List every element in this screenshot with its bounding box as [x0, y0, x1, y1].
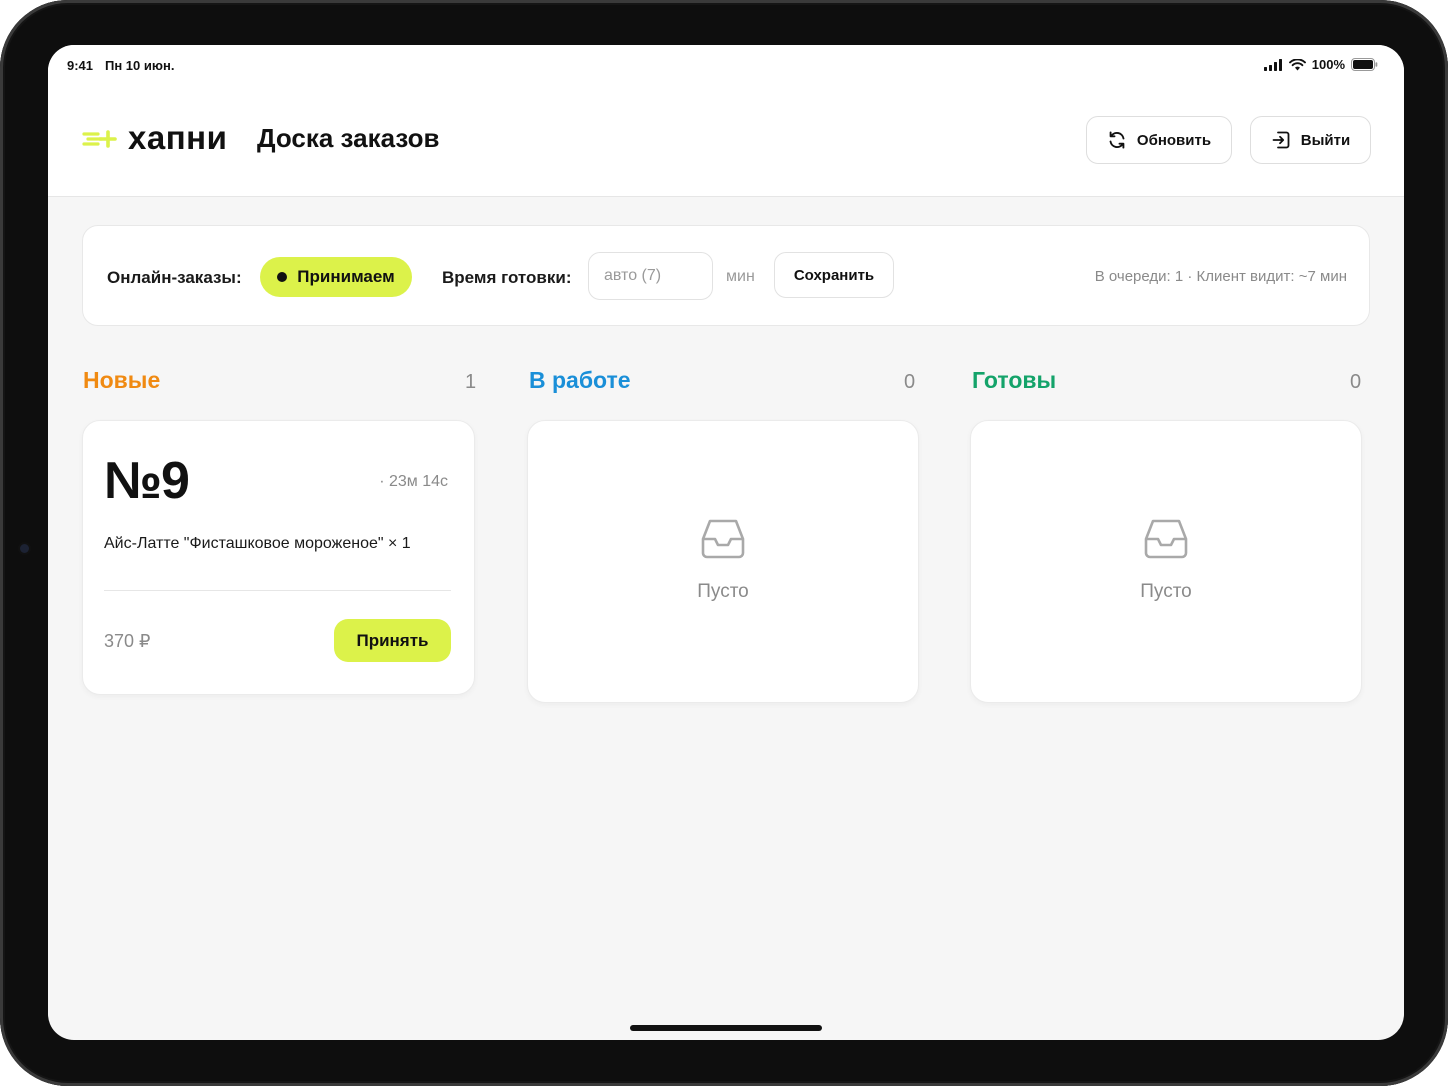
refresh-button[interactable]: Обновить	[1086, 116, 1232, 164]
logout-icon	[1272, 131, 1290, 149]
tablet-frame: 9:41 Пн 10 июн. 100% хапни Доска заказов…	[0, 0, 1448, 1086]
app-screen: 9:41 Пн 10 июн. 100% хапни Доска заказов…	[48, 45, 1404, 1040]
front-camera	[20, 544, 29, 553]
prep-time-label: Время готовки:	[442, 268, 572, 287]
column-count-in-progress: 0	[904, 371, 916, 393]
online-orders-status: Принимаем	[297, 267, 395, 286]
status-time: 9:41	[67, 58, 94, 73]
inbox-tray-icon	[1144, 519, 1188, 559]
empty-column-in-progress: Пусто	[527, 420, 919, 703]
wifi-icon	[1288, 58, 1306, 70]
online-orders-label: Онлайн-заказы:	[107, 268, 242, 287]
order-item: Айс-Латте "Фисташковое мороженое" × 1	[104, 535, 411, 552]
status-date: Пн 10 июн.	[105, 58, 175, 73]
order-number: №9	[104, 452, 190, 510]
refresh-icon	[1109, 131, 1125, 149]
prep-time-unit: мин	[726, 268, 755, 285]
cellular-signal-icon	[1263, 58, 1282, 71]
empty-column-ready: Пусто	[970, 420, 1362, 703]
refresh-label: Обновить	[1136, 131, 1212, 149]
logout-label: Выйти	[1300, 131, 1351, 149]
battery-percent: 100%	[1311, 57, 1345, 72]
queue-info: В очереди: 1 · Клиент видит: ~7 мин	[1094, 268, 1347, 285]
column-count-new: 1	[465, 371, 477, 393]
inbox-tray-icon	[701, 519, 745, 559]
battery-icon	[1351, 58, 1378, 71]
order-price: 370 ₽	[104, 631, 151, 651]
prep-time-input[interactable]	[588, 252, 713, 300]
home-indicator[interactable]	[630, 1025, 822, 1031]
order-card[interactable]: №9 · 23м 14с Айс-Латте "Фисташковое моро…	[82, 420, 475, 695]
column-title-new: Новые	[83, 367, 161, 393]
online-orders-toggle[interactable]: Принимаем	[260, 257, 412, 297]
brand-logo-text: хапни	[128, 119, 228, 156]
app-header: хапни Доска заказов Обновить Выйти	[48, 89, 1404, 197]
page-title: Доска заказов	[257, 123, 440, 153]
status-indicators: 100%	[1263, 57, 1378, 72]
order-elapsed-time: · 23м 14с	[379, 473, 448, 490]
order-settings-bar: Онлайн-заказы: Принимаем Время готовки: …	[82, 225, 1370, 326]
column-count-ready: 0	[1350, 371, 1362, 393]
column-title-in-progress: В работе	[529, 367, 631, 393]
status-dot-icon	[277, 272, 288, 282]
column-title-ready: Готовы	[972, 367, 1057, 393]
card-divider	[104, 590, 451, 591]
save-button[interactable]: Сохранить	[774, 252, 894, 298]
status-bar: 9:41 Пн 10 июн. 100%	[48, 45, 1404, 89]
accept-order-button[interactable]: Принять	[334, 619, 451, 662]
empty-label: Пусто	[697, 581, 749, 602]
brand-arrow-icon	[82, 130, 117, 148]
empty-label: Пусто	[1140, 581, 1192, 602]
logout-button[interactable]: Выйти	[1250, 116, 1371, 164]
